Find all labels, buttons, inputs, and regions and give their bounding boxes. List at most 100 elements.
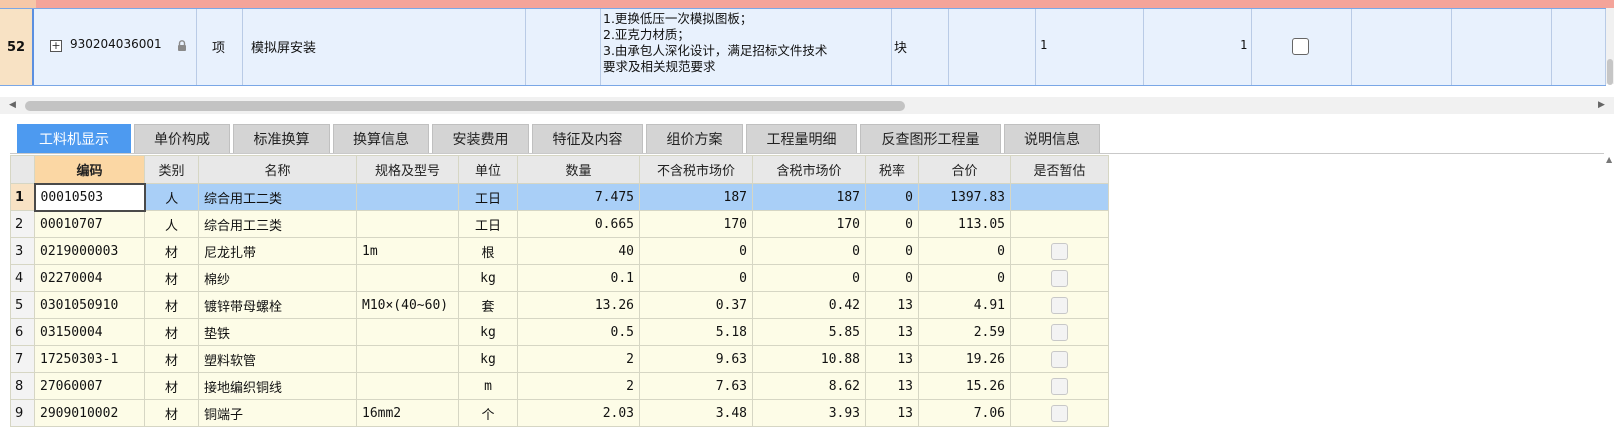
cell-total[interactable]: 19.26 (918, 345, 1011, 373)
cell-category[interactable]: 材 (144, 237, 199, 265)
cell-quantity[interactable]: 40 (517, 237, 640, 265)
header-tax-rate[interactable]: 税率 (865, 155, 919, 184)
bottom-vertical-scrollbar[interactable]: ▲ (1606, 155, 1614, 441)
cell-spec[interactable]: M10×(40~60) (356, 291, 459, 319)
cell-price-ex-tax[interactable]: 0 (639, 237, 753, 265)
table-row[interactable]: 7 17250303-1 材 塑料软管 kg 2 9.63 10.88 13 1… (10, 345, 1109, 373)
cell-total[interactable]: 2.59 (918, 318, 1011, 346)
cell-code[interactable]: 17250303-1 (34, 345, 145, 373)
tab-features-content[interactable]: 特征及内容 (532, 124, 643, 154)
header-unit[interactable]: 单位 (458, 155, 518, 184)
cell-price-ex-tax[interactable]: 170 (639, 210, 753, 238)
cell-unit[interactable]: kg (458, 318, 518, 346)
cell-name[interactable]: 尼龙扎带 (198, 237, 357, 265)
cell-estimate[interactable] (1010, 399, 1109, 427)
cell-spec[interactable] (356, 372, 459, 400)
cell-price-ex-tax[interactable]: 5.18 (639, 318, 753, 346)
cell-price-ex-tax[interactable]: 9.63 (639, 345, 753, 373)
table-row[interactable]: 1 00010503 人 综合用工二类 工日 7.475 187 187 0 1… (10, 182, 1109, 212)
cell-code[interactable]: 0219000003 (34, 237, 145, 265)
cell-total[interactable]: 113.05 (918, 210, 1011, 238)
checkbox-icon[interactable] (1051, 350, 1068, 368)
table-row[interactable]: 9 2909010002 材 铜端子 16mm2 个 2.03 3.48 3.9… (10, 399, 1109, 427)
cell-estimate[interactable] (1010, 210, 1109, 238)
checkbox-icon[interactable] (1051, 404, 1068, 422)
scrollbar-thumb[interactable] (25, 101, 905, 111)
cell-price-in-tax[interactable]: 8.62 (752, 372, 866, 400)
scroll-left-icon[interactable]: ◀ (4, 97, 21, 114)
cell-estimate[interactable] (1010, 345, 1109, 373)
tab-labor-material-machine[interactable]: 工料机显示 (17, 124, 131, 154)
cell-quantity[interactable]: 7.475 (517, 183, 640, 211)
cell-estimate[interactable] (1010, 372, 1109, 400)
cell-estimate[interactable] (1010, 183, 1109, 211)
cell-spec[interactable] (356, 345, 459, 373)
cell-category[interactable]: 材 (144, 399, 199, 427)
tab-quantity-detail[interactable]: 工程量明细 (746, 124, 857, 154)
cell-total[interactable]: 15.26 (918, 372, 1011, 400)
cell-price-ex-tax[interactable]: 187 (639, 183, 753, 211)
tab-conversion-info[interactable]: 换算信息 (333, 124, 429, 154)
cell-category[interactable]: 材 (144, 318, 199, 346)
tab-installation-fees[interactable]: 安装费用 (432, 124, 529, 154)
cell-price-in-tax[interactable]: 170 (752, 210, 866, 238)
extra-cell-2[interactable] (1452, 9, 1552, 85)
cell-tax-rate[interactable]: 0 (865, 237, 919, 265)
cell-tax-rate[interactable]: 13 (865, 345, 919, 373)
cell-name[interactable]: 综合用工三类 (198, 210, 357, 238)
cell-tax-rate[interactable]: 13 (865, 291, 919, 319)
cell-quantity[interactable]: 2 (517, 372, 640, 400)
cell-code[interactable]: 0301050910 (34, 291, 145, 319)
cell-total[interactable]: 0 (918, 237, 1011, 265)
cell-code[interactable]: 02270004 (34, 264, 145, 292)
table-row[interactable]: 2 00010707 人 综合用工三类 工日 0.665 170 170 0 1… (10, 210, 1109, 238)
cell-code[interactable]: 2909010002 (34, 399, 145, 427)
table-row[interactable]: 5 0301050910 材 镀锌带母螺栓 M10×(40~60) 套 13.2… (10, 291, 1109, 319)
cell-price-in-tax[interactable]: 5.85 (752, 318, 866, 346)
header-total[interactable]: 合价 (918, 155, 1011, 184)
cell-estimate[interactable] (1010, 318, 1109, 346)
cell-unit[interactable]: 根 (458, 237, 518, 265)
cell-unit[interactable]: m (458, 372, 518, 400)
cell-estimate[interactable] (1010, 237, 1109, 265)
cell-unit[interactable]: 个 (458, 399, 518, 427)
cell-unit[interactable]: 工日 (458, 183, 518, 211)
cell-category[interactable]: 材 (144, 345, 199, 373)
cell-unit[interactable]: 工日 (458, 210, 518, 238)
header-category[interactable]: 类别 (144, 155, 199, 184)
cell-price-in-tax[interactable]: 0 (752, 264, 866, 292)
checkbox-icon[interactable] (1292, 38, 1309, 55)
cell-price-in-tax[interactable]: 3.93 (752, 399, 866, 427)
cell-price-ex-tax[interactable]: 0.37 (639, 291, 753, 319)
tab-graphic-quantity-lookup[interactable]: 反查图形工程量 (860, 124, 1001, 154)
cell-category[interactable]: 材 (144, 291, 199, 319)
cell-quantity[interactable]: 2 (517, 345, 640, 373)
cell-name[interactable]: 综合用工二类 (198, 183, 357, 211)
tab-pricing-scheme[interactable]: 组价方案 (646, 124, 743, 154)
cell-category[interactable]: 人 (144, 210, 199, 238)
cell-name[interactable]: 铜端子 (198, 399, 357, 427)
cell-quantity[interactable]: 0.5 (517, 318, 640, 346)
checkbox-icon[interactable] (1051, 377, 1068, 395)
cell-price-ex-tax[interactable]: 7.63 (639, 372, 753, 400)
cell-total[interactable]: 0 (918, 264, 1011, 292)
top-grid-row-52[interactable]: 52 + 930204036001 项 模拟屏安装 1.更换低压一次模拟图板； … (0, 8, 1606, 86)
extra-cell-1[interactable] (1352, 9, 1452, 85)
header-is-estimate[interactable]: 是否暂估 (1010, 155, 1109, 184)
header-quantity[interactable]: 数量 (517, 155, 640, 184)
cell-tax-rate[interactable]: 0 (865, 264, 919, 292)
table-row[interactable]: 3 0219000003 材 尼龙扎带 1m 根 40 0 0 0 0 (10, 237, 1109, 265)
cell-category[interactable]: 材 (144, 372, 199, 400)
header-name[interactable]: 名称 (198, 155, 357, 184)
cell-code[interactable]: 00010503 (33, 182, 146, 212)
spare-cell[interactable] (526, 9, 601, 85)
quantity-expression-cell[interactable] (1036, 9, 1144, 85)
cell-tax-rate[interactable]: 0 (865, 210, 919, 238)
cell-name[interactable]: 镀锌带母螺栓 (198, 291, 357, 319)
cell-unit[interactable]: 套 (458, 291, 518, 319)
table-row[interactable]: 8 27060007 材 接地编织铜线 m 2 7.63 8.62 13 15.… (10, 372, 1109, 400)
cell-code[interactable]: 27060007 (34, 372, 145, 400)
header-code[interactable]: 编码 (34, 155, 145, 184)
cell-tax-rate[interactable]: 13 (865, 318, 919, 346)
cell-spec[interactable] (356, 318, 459, 346)
